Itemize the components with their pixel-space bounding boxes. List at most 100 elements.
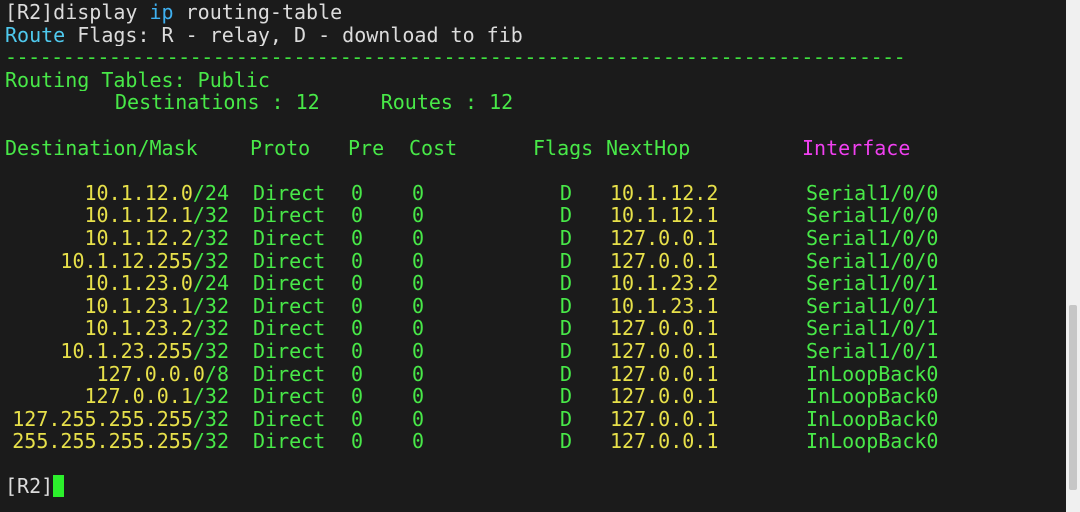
route-flags: D (560, 249, 573, 273)
route-destination: 255.255.255.255/32 (5, 430, 229, 453)
table-row: 127.0.0.1/32 Direct 0 0 D 127.0.0.1 InLoopBack… (5, 385, 1063, 408)
table-row: 10.1.12.0/24 Direct 0 0 D 10.1.12.2 Serial1/0/… (5, 182, 1063, 205)
route-dest-ip: 10.1.23.0 (84, 272, 193, 295)
route-nexthop: 127.0.0.1 (610, 249, 719, 273)
route-cost: 0 (412, 249, 425, 273)
route-dest-mask: /8 (204, 362, 229, 386)
route-destination: 127.255.255.255/32 (5, 408, 229, 431)
route-flags: D (560, 294, 573, 318)
route-dest-ip: 127.0.0.0 (96, 362, 205, 386)
prompt: [R2] (5, 1, 54, 24)
route-destination: 10.1.12.1/32 (5, 204, 230, 227)
routing-tables-title: Routing Tables: Public (5, 68, 270, 92)
route-dest-ip: 10.1.12.1 (84, 204, 193, 227)
route-pre: 0 (351, 385, 364, 408)
route-proto: Direct (253, 317, 326, 340)
route-dest-mask: /32 (192, 317, 229, 340)
route-dest-mask: /32 (192, 339, 229, 363)
route-nexthop: 127.0.0.1 (610, 407, 719, 431)
route-cost: 0 (412, 294, 425, 318)
route-nexthop: 127.0.0.1 (610, 317, 719, 340)
route-proto: Direct (253, 339, 326, 363)
route-destination: 10.1.23.0/24 (5, 272, 230, 295)
route-cost: 0 (412, 385, 425, 408)
routes-label: Routes : (380, 91, 490, 114)
terminal-window[interactable]: [R2]display ip routing-table Route Flags… (0, 0, 1080, 512)
route-dest-ip: 10.1.12.0 (84, 181, 193, 205)
table-row: 10.1.23.255/32 Direct 0 0 D 127.0.0.1 Serial1/… (5, 340, 1063, 363)
flags-legend-text: Flags: R - relay, D - download to fib (65, 23, 523, 47)
route-nexthop: 127.0.0.1 (610, 430, 719, 453)
route-proto: Direct (253, 181, 326, 205)
route-proto: Direct (253, 385, 326, 408)
route-pre: 0 (351, 407, 364, 431)
route-cost: 0 (412, 339, 425, 363)
route-pre: 0 (351, 181, 364, 205)
route-interface: Serial1/0/0 (806, 226, 939, 250)
route-cost: 0 (412, 362, 425, 386)
route-interface: InLoopBack0 (806, 362, 939, 386)
route-dest-ip: 10.1.12.2 (84, 226, 193, 250)
route-interface: InLoopBack0 (806, 385, 939, 408)
route-nexthop: 127.0.0.1 (610, 362, 719, 386)
route-dest-ip: 10.1.23.2 (84, 317, 193, 340)
route-proto: Direct (253, 249, 326, 273)
route-dest-ip: 10.1.23.255 (60, 339, 193, 363)
route-cost: 0 (412, 272, 425, 295)
command-verb: display (53, 1, 150, 24)
table-row: 10.1.12.255/32 Direct 0 0 D 127.0.0.1 Serial1/… (5, 250, 1063, 273)
table-row: 10.1.23.0/24 Direct 0 0 D 10.1.23.2 Serial1/0/… (5, 272, 1063, 295)
header-interface: Interface (802, 136, 911, 160)
table-header: Destination/Mask Proto Pre Cost Flags NextHop… (5, 137, 1063, 160)
prompt-line[interactable]: [R2] (5, 475, 1063, 498)
header-cost: Cost (409, 136, 458, 160)
route-pre: 0 (351, 294, 364, 318)
terminal-output: [R2]display ip routing-table Route Flags… (5, 1, 1063, 498)
separator-line: ----------------------------------------… (5, 46, 906, 69)
header-flags: Flags (533, 136, 594, 160)
route-pre: 0 (351, 362, 364, 386)
route-interface: InLoopBack0 (806, 407, 939, 431)
route-proto: Direct (253, 407, 326, 431)
route-proto: Direct (253, 272, 326, 295)
route-proto: Direct (253, 294, 326, 318)
route-flags: D (560, 407, 573, 431)
route-dest-mask: /32 (192, 407, 229, 431)
route-dest-mask: /32 (192, 226, 229, 250)
route-nexthop: 127.0.0.1 (610, 385, 719, 408)
vertical-scrollbar[interactable] (1066, 0, 1080, 512)
final-prompt: [R2] (5, 475, 54, 499)
route-interface: Serial1/0/1 (806, 317, 939, 340)
route-nexthop: 10.1.12.1 (610, 204, 719, 227)
flags-legend-label: Route (5, 23, 66, 47)
route-flags: D (560, 385, 573, 408)
table-row: 10.1.12.2/32 Direct 0 0 D 127.0.0.1 Serial1/0/… (5, 227, 1063, 250)
command-keyword: ip (149, 1, 174, 24)
route-cost: 0 (412, 407, 425, 431)
route-destination: 10.1.23.255/32 (5, 340, 229, 363)
route-destination: 127.0.0.1/32 (5, 385, 230, 408)
table-row: 10.1.12.1/32 Direct 0 0 D 10.1.12.1 Serial1/0/… (5, 204, 1063, 227)
route-dest-mask: /32 (192, 249, 229, 273)
route-interface: Serial1/0/1 (806, 294, 939, 318)
route-dest-ip: 10.1.12.255 (60, 249, 193, 273)
route-flags: D (560, 339, 573, 363)
route-dest-ip: 10.1.23.1 (84, 294, 193, 318)
route-pre: 0 (351, 317, 364, 340)
route-table-body: 10.1.12.0/24 Direct 0 0 D 10.1.12.2 Serial1/0/… (5, 182, 1063, 453)
route-dest-mask: /32 (192, 430, 229, 453)
route-flags: D (560, 226, 573, 250)
route-dest-mask: /32 (192, 294, 229, 318)
header-nexthop: NextHop (606, 136, 691, 160)
header-pre: Pre (348, 136, 385, 160)
route-interface: InLoopBack0 (806, 430, 939, 453)
scrollbar-thumb[interactable] (1069, 305, 1077, 490)
route-pre: 0 (351, 272, 364, 295)
route-destination: 10.1.23.1/32 (5, 294, 230, 318)
route-nexthop: 127.0.0.1 (610, 339, 719, 363)
destinations-label: Destinations : (115, 91, 296, 114)
route-pre: 0 (351, 226, 364, 250)
